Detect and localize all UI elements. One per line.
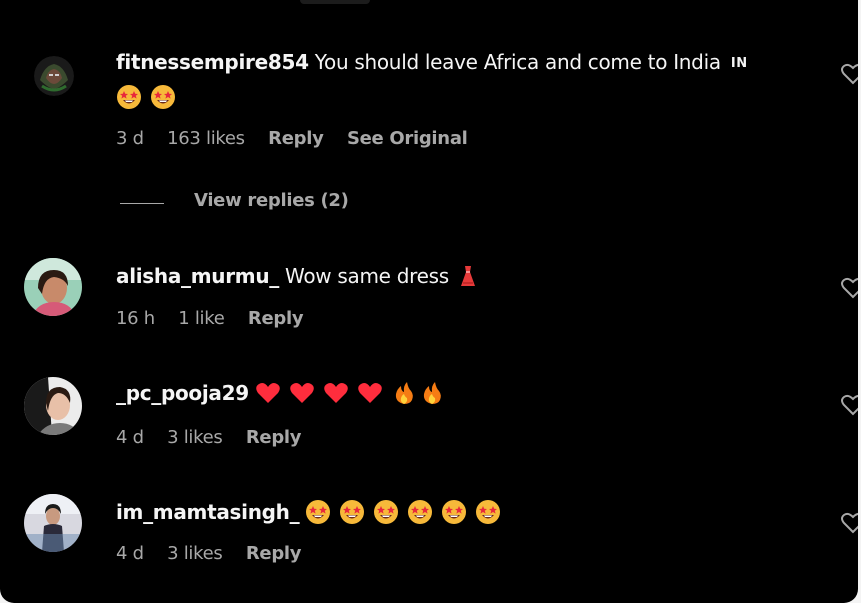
like-heart-icon[interactable] <box>840 393 858 417</box>
view-replies-label[interactable]: View replies (2) <box>194 190 349 211</box>
red-heart-emoji-icon <box>324 383 348 403</box>
comment-meta: 3 d 163 likes Reply See Original <box>116 128 486 149</box>
comment-likes-count[interactable]: 3 likes <box>167 543 223 564</box>
comment-likes-count[interactable]: 1 like <box>178 308 225 329</box>
like-heart-icon[interactable] <box>840 276 858 300</box>
comment-text: Wow same dress <box>285 264 449 288</box>
avatar-photo-icon <box>24 377 82 435</box>
country-code-badge: IN <box>730 56 748 71</box>
view-replies-divider <box>120 203 164 204</box>
emoji-row <box>116 84 184 120</box>
comments-panel: fitnessempire854 You should leave Africa… <box>0 0 858 603</box>
star-struck-emoji-icon <box>117 85 141 109</box>
comment-likes-count[interactable]: 163 likes <box>167 128 245 149</box>
star-struck-emoji-icon <box>340 500 365 524</box>
avatar[interactable] <box>24 494 82 552</box>
comment-time: 4 d <box>116 427 144 448</box>
avatar[interactable] <box>34 56 74 96</box>
comment-username[interactable]: _pc_pooja29 <box>116 381 249 405</box>
comment-username[interactable]: im_mamtasingh_ <box>116 500 300 524</box>
star-struck-emoji-icon <box>476 500 501 524</box>
avatar-round-face-icon <box>34 56 74 96</box>
reply-button[interactable]: Reply <box>268 128 324 149</box>
fire-emoji-icon <box>423 382 441 404</box>
comment-body: fitnessempire854 You should leave Africa… <box>116 45 748 81</box>
previous-content-edge <box>300 0 370 4</box>
star-struck-emoji-icon <box>442 500 467 524</box>
comment-meta: 4 d 3 likes Reply <box>116 543 319 564</box>
emoji-row <box>255 380 453 416</box>
reply-button[interactable]: Reply <box>246 427 302 448</box>
comment-time: 16 h <box>116 308 155 329</box>
star-struck-emoji-icon <box>151 85 175 109</box>
comment-body: alisha_murmu_ Wow same dress <box>116 259 489 299</box>
star-struck-emoji-icon <box>306 500 331 524</box>
star-struck-emoji-icon <box>408 500 433 524</box>
red-heart-emoji-icon <box>358 383 382 403</box>
comment-meta: 16 h 1 like Reply <box>116 308 321 329</box>
comment-username[interactable]: alisha_murmu_ <box>116 264 279 288</box>
comment-body: im_mamtasingh_ <box>116 495 509 535</box>
comment-time: 3 d <box>116 128 144 149</box>
comment-meta: 4 d 3 likes Reply <box>116 427 319 448</box>
avatar-photo-icon <box>24 258 82 316</box>
star-struck-emoji-icon <box>374 500 399 524</box>
avatar[interactable] <box>24 258 82 316</box>
fire-emoji-icon <box>395 382 413 404</box>
like-heart-icon[interactable] <box>840 62 858 86</box>
see-original-button[interactable]: See Original <box>347 128 468 149</box>
comment-text: You should leave Africa and come to Indi… <box>314 50 721 74</box>
avatar-photo-icon <box>24 494 82 552</box>
dress-emoji-icon <box>460 266 475 286</box>
comment-time: 4 d <box>116 543 144 564</box>
comment-body: _pc_pooja29 <box>116 376 453 416</box>
comment-emoji-line <box>116 80 184 120</box>
emoji-row <box>305 499 509 535</box>
reply-button[interactable]: Reply <box>248 308 304 329</box>
reply-button[interactable]: Reply <box>246 543 302 564</box>
like-heart-icon[interactable] <box>840 511 858 535</box>
comment-likes-count[interactable]: 3 likes <box>167 427 223 448</box>
avatar[interactable] <box>24 377 82 435</box>
emoji-row <box>455 263 489 299</box>
red-heart-emoji-icon <box>290 383 314 403</box>
comment-username[interactable]: fitnessempire854 <box>116 50 309 74</box>
red-heart-emoji-icon <box>256 383 280 403</box>
